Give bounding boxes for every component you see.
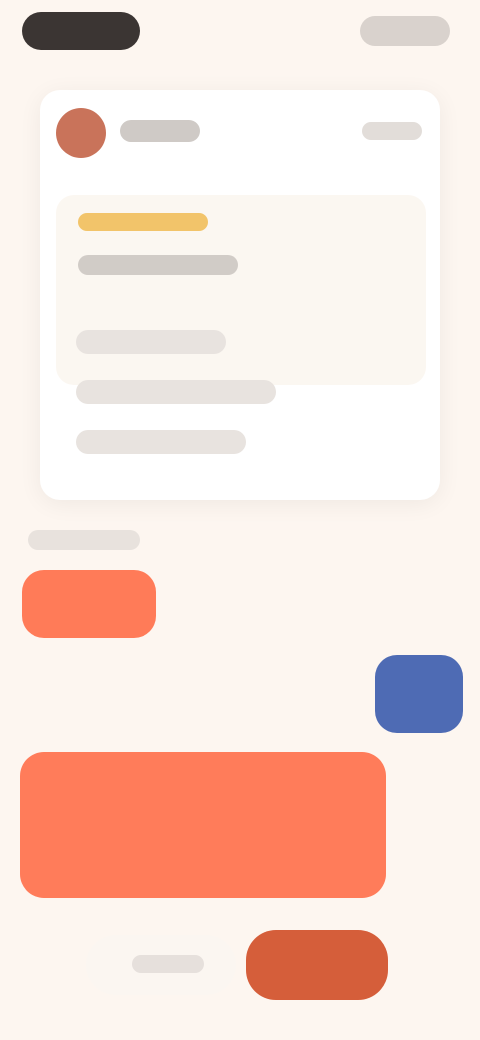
list-item[interactable] — [76, 380, 276, 404]
highlight-title — [78, 213, 208, 231]
orange-chip-button[interactable] — [22, 570, 156, 638]
orange-panel[interactable] — [20, 752, 386, 898]
highlight-line — [78, 255, 238, 275]
section-label — [28, 530, 140, 550]
list-item[interactable] — [76, 330, 226, 354]
list-item[interactable] — [76, 430, 246, 454]
card-header-title — [120, 120, 200, 142]
bottom-right-button[interactable] — [246, 930, 388, 1000]
blue-fab-button[interactable] — [375, 655, 463, 733]
top-right-button[interactable] — [360, 16, 450, 46]
highlight-block — [56, 195, 426, 385]
avatar-icon — [56, 108, 106, 158]
card-header — [40, 90, 440, 180]
top-left-pill-button[interactable] — [22, 12, 140, 50]
bottom-left-field-text — [132, 955, 204, 973]
main-card — [40, 90, 440, 500]
card-header-action-link[interactable] — [362, 122, 422, 140]
